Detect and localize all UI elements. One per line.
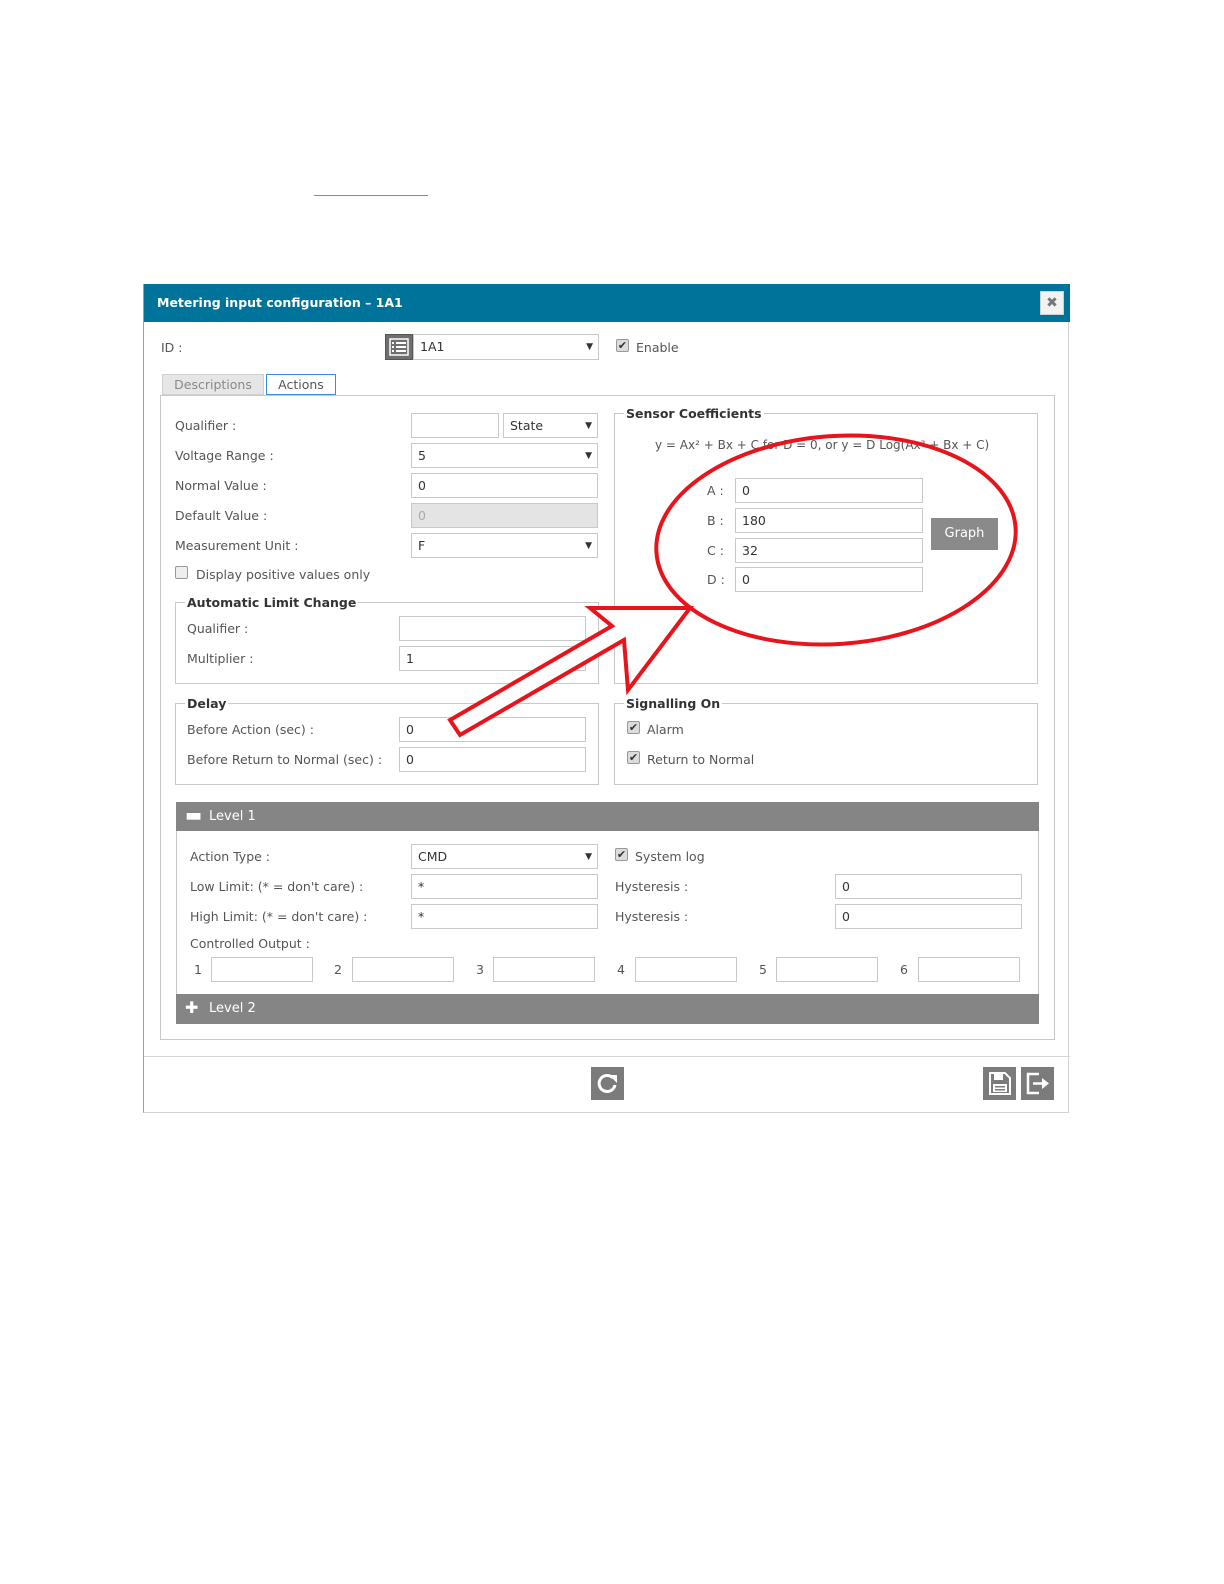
- annotation-overlay: [447, 433, 1018, 738]
- annotation-arrow: [447, 606, 695, 738]
- annotation-circle: [654, 433, 1018, 647]
